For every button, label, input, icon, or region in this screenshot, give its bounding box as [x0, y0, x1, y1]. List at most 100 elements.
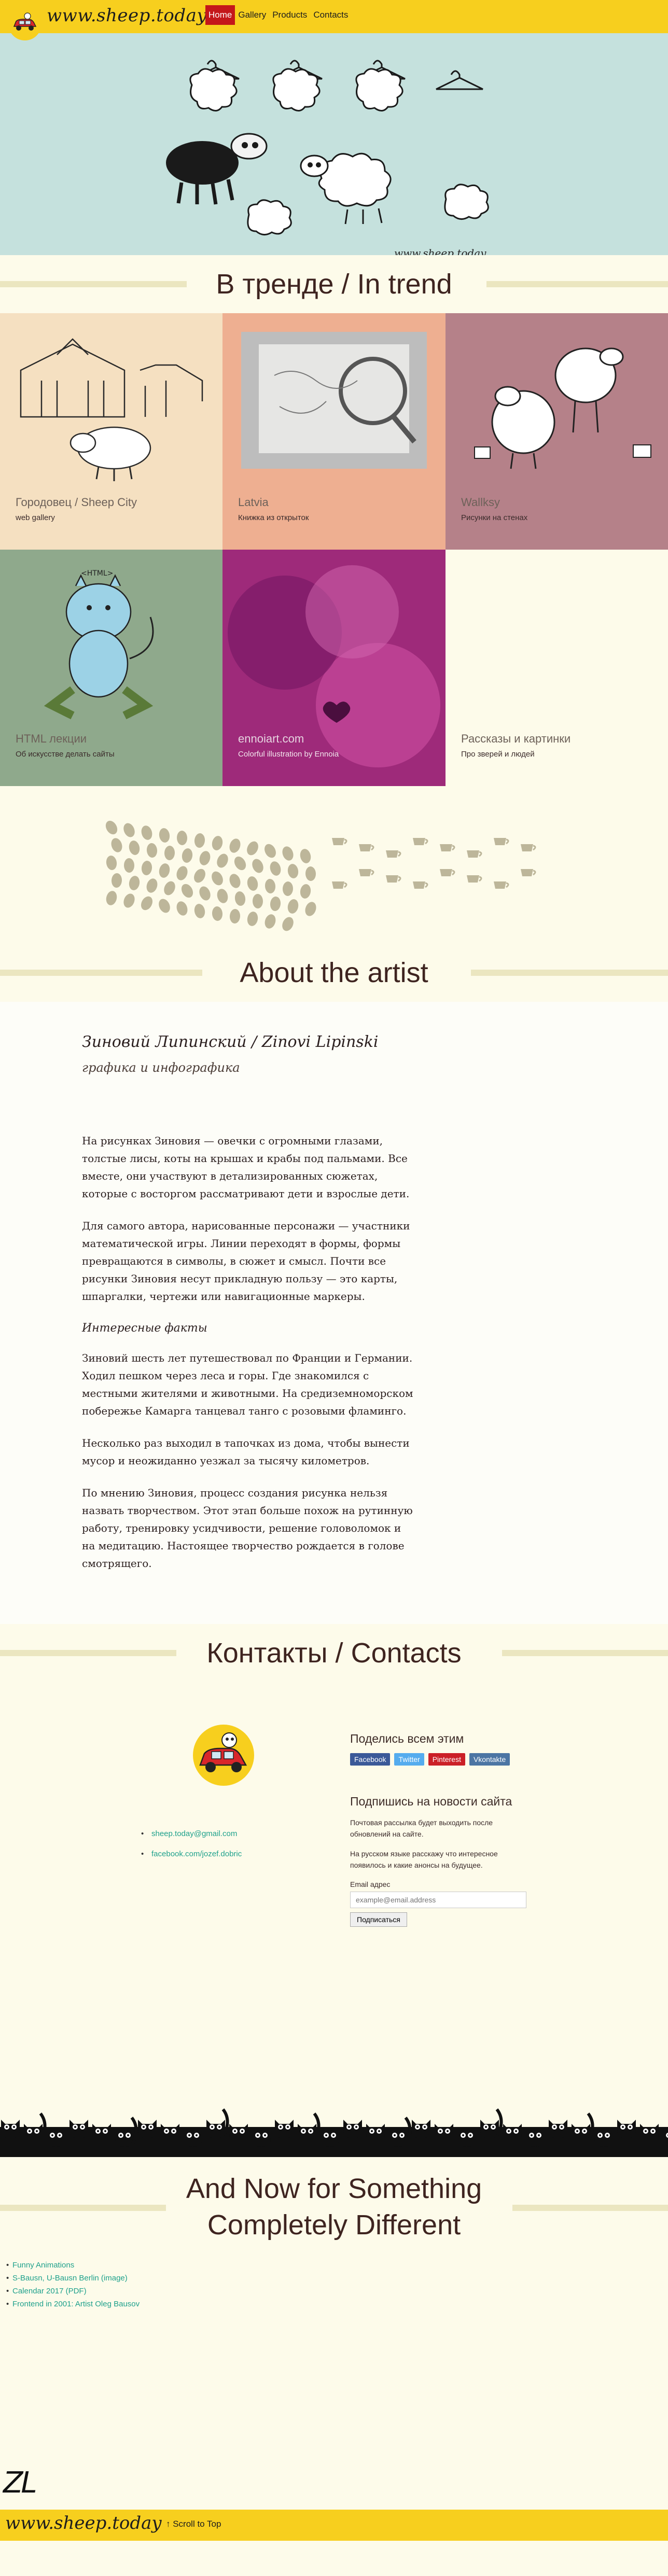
- artist-name: Зиновий Липинский / Zinovi Lipinski: [82, 1033, 379, 1051]
- link-sbahn-ubahn[interactable]: S-Bausn, U-Bausn Berlin (image): [6, 2274, 140, 2283]
- tile-ennoiart[interactable]: ennoiart.com Colorful illustration by En…: [222, 550, 446, 786]
- coffee-bean-icon: [300, 849, 311, 863]
- email-input[interactable]: [350, 1892, 526, 1908]
- coffee-bean-icon: [141, 896, 153, 911]
- coffee-cup-icon: [386, 875, 401, 883]
- black-cats-strip-graphic: [0, 2108, 668, 2157]
- heading-rule-right: [502, 1650, 668, 1656]
- coffee-cup-icon: [332, 838, 347, 845]
- coffee-bean-icon: [159, 828, 170, 843]
- different-heading: And Now for Something Completely Differe…: [0, 2157, 668, 2243]
- black-cat-icon: [480, 2108, 503, 2138]
- coffee-bean-icon: [164, 881, 175, 895]
- red-car-sheep-icon: [199, 1732, 247, 1772]
- about-section: Зиновий Липинский / Zinovi Lipinski граф…: [0, 1002, 668, 1624]
- cats-border-decoration: [0, 2095, 668, 2157]
- coffee-cup-icon: [359, 869, 374, 876]
- contacts-section: sheep.today@gmail.com facebook.com/jozef…: [0, 1682, 668, 2095]
- link-frontend-2001[interactable]: Frontend in 2001: Artist Oleg Bausov: [6, 2300, 140, 2308]
- black-cat-icon: [298, 2112, 321, 2143]
- coffee-bean-icon: [252, 894, 263, 908]
- coffee-bean-icon: [217, 889, 228, 903]
- black-cat-icon: [366, 2124, 385, 2143]
- coffee-bean-icon: [265, 879, 276, 893]
- subscribe-heading: Подпишись на новости сайта: [350, 1795, 512, 1808]
- red-car-sheep-icon: [10, 9, 40, 39]
- menu-item-products[interactable]: Products: [269, 5, 310, 25]
- black-cat-icon: [24, 2112, 47, 2143]
- black-cat-icon: [206, 2108, 229, 2138]
- share-heading: Поделись всем этим: [350, 1732, 464, 1745]
- coffee-beans-cups-graphic: [105, 820, 536, 931]
- coffee-cup-icon: [413, 838, 428, 845]
- coffee-bean-icon: [194, 833, 205, 848]
- coffee-bean-icon: [111, 873, 122, 888]
- footer-logo-text[interactable]: www.sheep.today: [5, 2513, 162, 2533]
- tile-title: Latvia: [238, 496, 269, 509]
- black-cat-icon: [69, 2120, 88, 2138]
- share-facebook-button[interactable]: Facebook: [350, 1753, 391, 1766]
- main-menu: Home Gallery Products Contacts: [205, 5, 351, 25]
- black-cat-icon: [640, 2124, 659, 2143]
- link-calendar-2017[interactable]: Calendar 2017 (PDF): [6, 2287, 140, 2295]
- black-cat-icon: [229, 2124, 248, 2143]
- black-cat-icon: [92, 2124, 111, 2143]
- top-navbar: www.sheep.today Home Gallery Products Co…: [0, 0, 668, 40]
- contacts-heading: Контакты / Contacts: [191, 1637, 477, 1669]
- coffee-bean-icon: [247, 841, 258, 856]
- different-heading-line-1: And Now for Something: [186, 2173, 482, 2204]
- trend-heading-bar: В тренде / In trend: [0, 255, 668, 313]
- html-cat-thumbnail: <HTML>: [44, 569, 154, 720]
- coffee-bean-icon: [141, 861, 152, 875]
- logo-badge[interactable]: [8, 7, 41, 40]
- scroll-to-top-link[interactable]: ↑ Scroll to Top: [166, 2519, 221, 2529]
- menu-item-home[interactable]: Home: [205, 5, 235, 25]
- coffee-bean-icon: [212, 906, 223, 921]
- coffee-bean-icon: [229, 874, 241, 888]
- share-twitter-button[interactable]: Twitter: [394, 1753, 424, 1766]
- facebook-link[interactable]: facebook.com/jozef.dobric: [141, 1850, 242, 1858]
- coffee-bean-icon: [129, 876, 140, 890]
- coffee-bean-icon: [247, 876, 258, 891]
- coffee-cup-icon: [467, 875, 482, 883]
- contact-badge: [193, 1725, 254, 1786]
- coffee-bean-icon: [176, 901, 188, 916]
- tile-subtitle: Об искусстве делать сайты: [16, 750, 115, 759]
- coffee-cup-icon: [359, 844, 374, 851]
- link-funny-animations[interactable]: Funny Animations: [6, 2261, 140, 2270]
- black-cat-icon: [572, 2112, 594, 2143]
- coffee-cup-icon: [467, 850, 482, 858]
- tile-wallksy[interactable]: Wallksy Рисунки на стенах: [446, 313, 668, 550]
- hero-banner: www.sheep.today: [0, 33, 668, 255]
- tile-title: Рассказы и картинки: [461, 732, 571, 745]
- tile-latvia[interactable]: Latvia Книжка из открыток: [222, 313, 446, 550]
- tile-subtitle: Книжка из открыток: [238, 513, 309, 522]
- coffee-bean-icon: [229, 909, 241, 923]
- black-cat-icon: [503, 2124, 522, 2143]
- coffee-bean-icon: [159, 899, 170, 913]
- tile-subtitle: Рисунки на стенах: [461, 513, 528, 522]
- different-links: Funny Animations S-Bausn, U-Bausn Berlin…: [6, 2261, 140, 2313]
- share-vkontakte-button[interactable]: Vkontakte: [469, 1753, 510, 1766]
- menu-item-gallery[interactable]: Gallery: [235, 5, 269, 25]
- site-logo-text[interactable]: www.sheep.today: [47, 5, 207, 26]
- menu-item-contacts[interactable]: Contacts: [310, 5, 351, 25]
- svg-text:<HTML>: <HTML>: [81, 569, 113, 578]
- coffee-bean-icon: [234, 856, 246, 871]
- email-link[interactable]: sheep.today@gmail.com: [141, 1829, 242, 1838]
- tile-title: ennoiart.com: [238, 732, 304, 745]
- tile-html-lectures[interactable]: <HTML> HTML лекции Об искусстве делать с…: [0, 550, 222, 786]
- coffee-cup-icon: [386, 850, 401, 858]
- share-pinterest-button[interactable]: Pinterest: [428, 1753, 465, 1766]
- coffee-bean-icon: [234, 891, 246, 906]
- tile-title: HTML лекции: [16, 732, 87, 745]
- coffee-bean-icon: [141, 825, 152, 840]
- heading-rule-left: [0, 1650, 176, 1656]
- tile-stories[interactable]: Рассказы и картинки Про зверей и людей: [446, 550, 668, 786]
- coffee-bean-icon: [287, 864, 299, 878]
- tile-sheep-city[interactable]: Городовец / Sheep City web gallery: [0, 313, 222, 550]
- coffee-bean-icon: [123, 893, 135, 908]
- subscribe-button[interactable]: Подписаться: [350, 1912, 407, 1927]
- coffee-bean-icon: [164, 846, 175, 860]
- coffee-bean-icon: [111, 838, 122, 852]
